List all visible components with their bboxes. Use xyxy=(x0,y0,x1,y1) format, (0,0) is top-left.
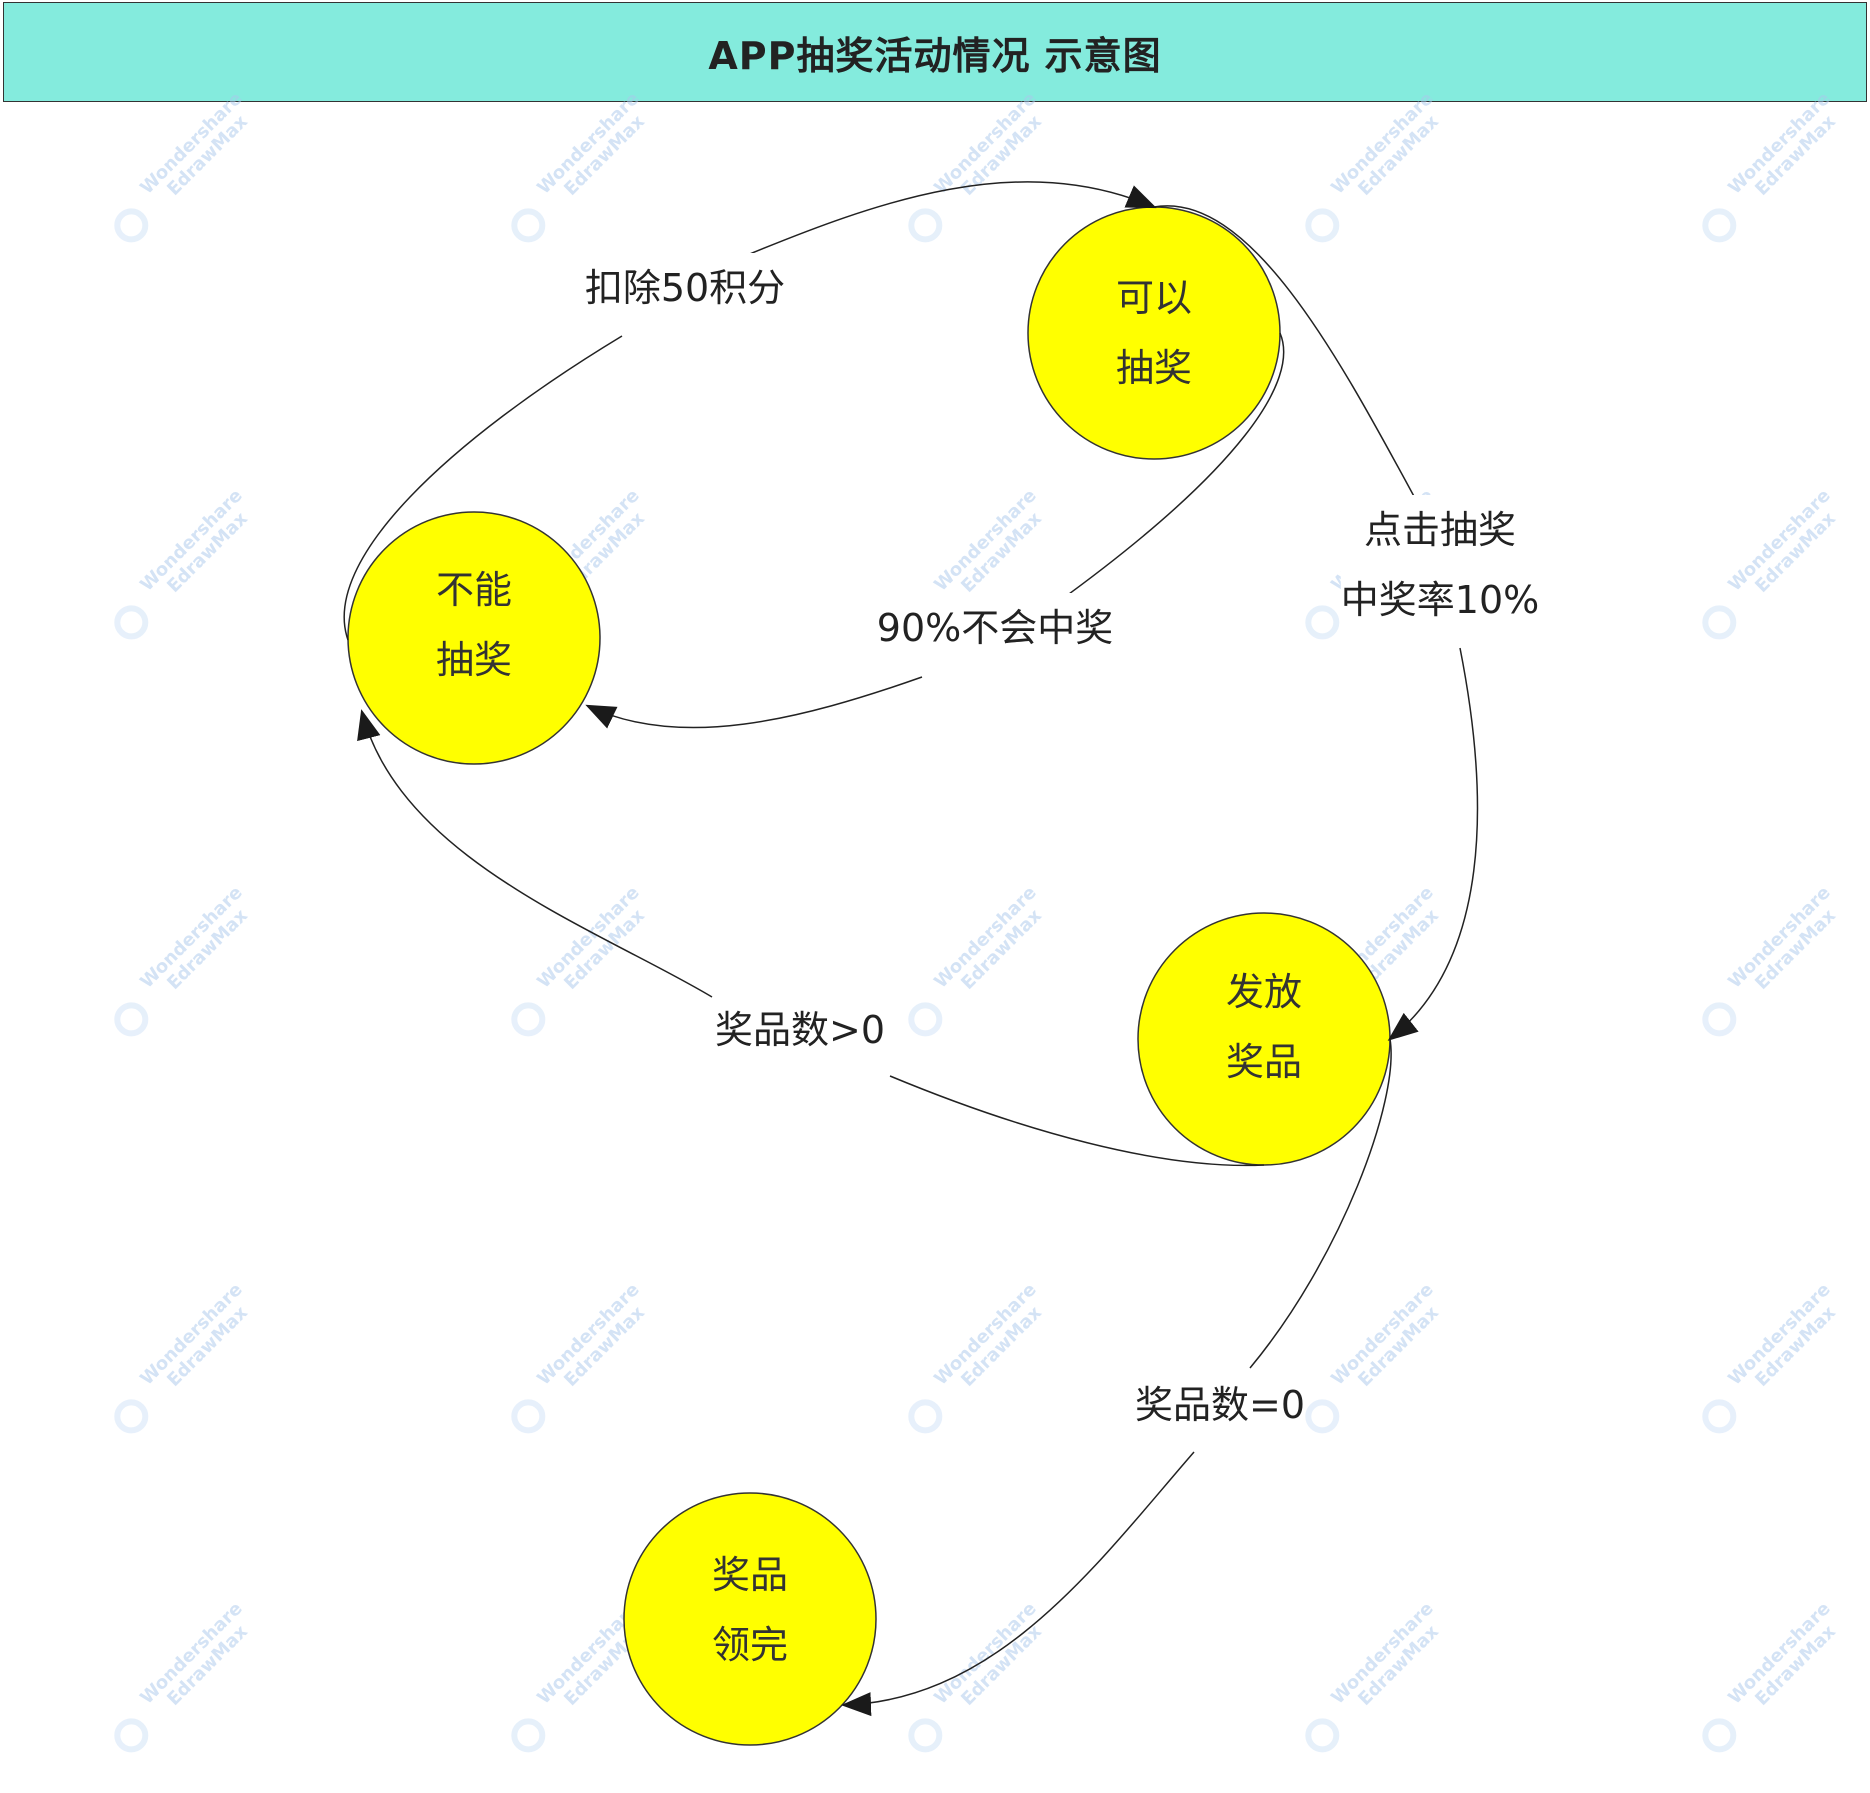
node-label-line2: 奖品 xyxy=(1225,1040,1303,1084)
node-label-prizes-gone: 奖品 领完 xyxy=(712,1540,788,1680)
edge-label-deduct: 扣除50积分 xyxy=(584,253,786,323)
edge-label-line2: 中奖率10% xyxy=(1340,578,1540,622)
edge-label-prize-eq0: 奖品数=0 xyxy=(1134,1370,1306,1440)
edge-label-prize-gt0: 奖品数>0 xyxy=(714,995,886,1065)
node-label-issue-prize: 发放 奖品 xyxy=(1226,957,1302,1097)
state-diagram xyxy=(0,0,1479,1746)
node-label-line1: 可以 xyxy=(1115,276,1193,320)
node-label-line2: 领完 xyxy=(711,1623,789,1667)
node-label-cannot-draw: 不能 抽奖 xyxy=(436,555,512,695)
node-label-line2: 抽奖 xyxy=(435,638,513,682)
edge-prize-gt0 xyxy=(362,712,1265,1167)
node-label-line2: 抽奖 xyxy=(1115,346,1193,390)
node-label-line1: 奖品 xyxy=(711,1553,789,1597)
edge-label-line1: 点击抽奖 xyxy=(1363,508,1516,552)
node-label-line1: 不能 xyxy=(435,568,513,612)
node-label-can-draw: 可以 抽奖 xyxy=(1116,263,1192,403)
edge-label-no-win: 90%不会中奖 xyxy=(876,593,1114,663)
edge-label-click-draw: 点击抽奖 中奖率10% xyxy=(1340,495,1540,635)
node-label-line1: 发放 xyxy=(1225,970,1303,1014)
